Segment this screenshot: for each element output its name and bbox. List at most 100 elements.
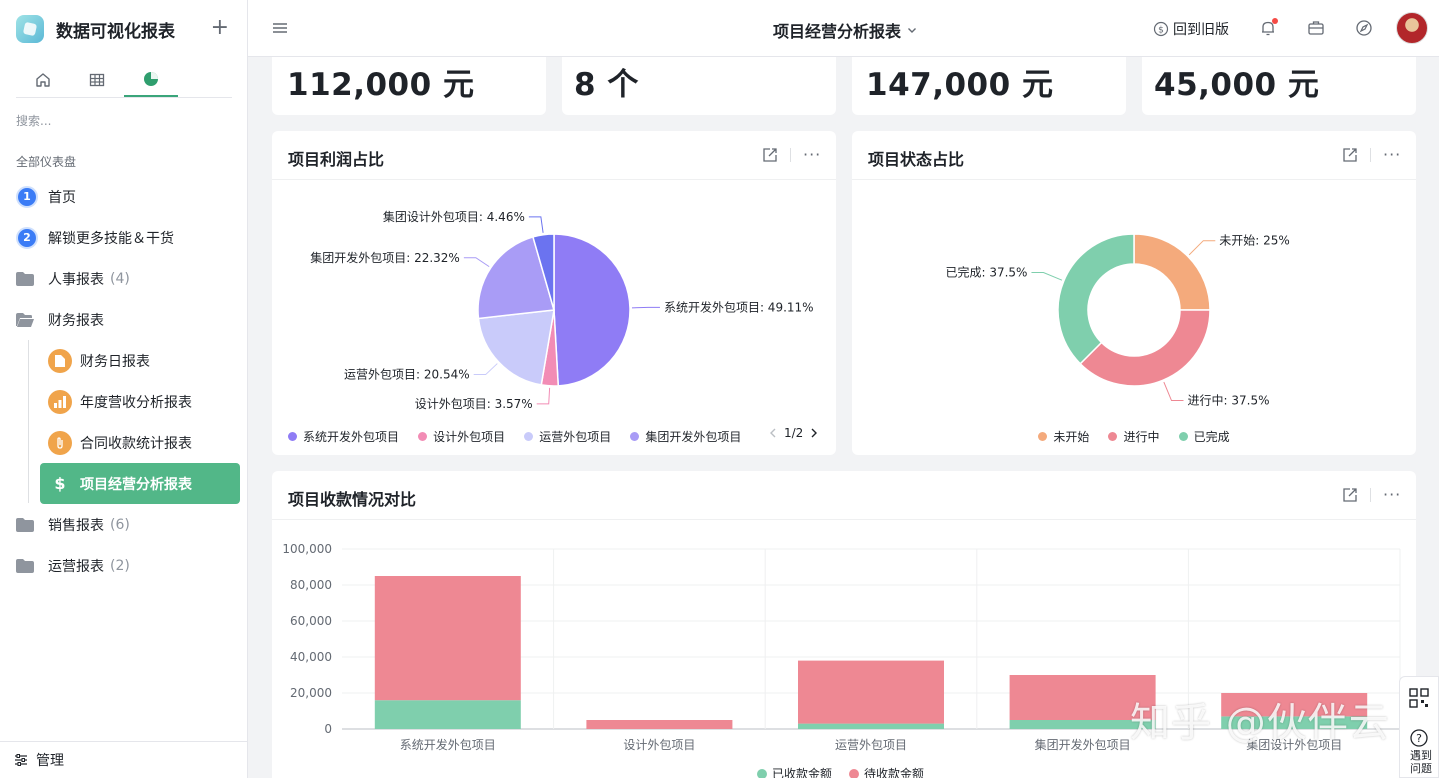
help-text[interactable]: 遇到问题 (1406, 749, 1436, 775)
y-tick-label: 100,000 (282, 542, 332, 556)
report-title: 项目经营分析报表 (773, 22, 902, 41)
status-donut-chart: 未开始: 25% 进行中: 37.5% 已完成: 37.5% (945, 233, 1290, 408)
dollar-icon: $ (54, 474, 66, 493)
nav-item-label: 销售报表 (48, 517, 104, 534)
nav-item-label: 首页 (48, 189, 76, 206)
legend-item[interactable]: 已完成 (1178, 428, 1230, 445)
y-tick-label: 0 (324, 722, 332, 736)
nav-item-home[interactable]: 1 首页 (0, 176, 248, 217)
profit-share-card: 项目利润占比 ··· 系统开发外包项目: 49.11% 设计外包项目: 3.57%… (272, 131, 836, 455)
nav-item-finance-daily[interactable]: 财务日报表 (0, 340, 248, 381)
y-tick-label: 60,000 (290, 614, 332, 628)
profit-legend: 系统开发外包项目 设计外包项目 运营外包项目 集团开发外包项目 (288, 426, 758, 444)
table-icon (89, 73, 105, 86)
explore-button[interactable] (1355, 19, 1375, 39)
folder-icon (16, 558, 34, 573)
menu-icon[interactable] (272, 21, 288, 35)
folder-open-icon (16, 312, 34, 327)
nav-item-annual-revenue[interactable]: 年度营收分析报表 (0, 381, 248, 422)
notification-bell[interactable] (1259, 18, 1279, 39)
legend-label: 已完成 (1193, 430, 1230, 444)
avatar[interactable] (1396, 12, 1428, 44)
nav-folder-sales[interactable]: 销售报表 (6) (0, 504, 248, 545)
legend-item[interactable]: 运营外包项目 (524, 428, 611, 444)
kpi-value: 45,000 元 (1154, 67, 1320, 103)
kpi-value: 112,000 元 (287, 67, 475, 103)
tool-divider (790, 148, 791, 162)
expand-icon[interactable] (1342, 147, 1358, 163)
bar-chart-icon (48, 389, 72, 414)
slice-label: 集团设计外包项目: 4.46% (383, 209, 525, 224)
nav-folder-finance[interactable]: 财务报表 (0, 299, 248, 340)
help-icon[interactable]: ? (1409, 728, 1429, 748)
sidebar-tabs (16, 62, 232, 98)
legend-item[interactable]: 设计外包项目 (418, 428, 505, 444)
nav-item-unlock-skills[interactable]: 2 解锁更多技能＆干货 (0, 217, 248, 258)
slice-label: 进行中: 37.5% (1188, 393, 1270, 408)
nav-item-label: 解锁更多技能＆干货 (48, 230, 174, 247)
nav-folder-operations[interactable]: 运营报表 (2) (0, 545, 248, 586)
legend-dot (1108, 432, 1118, 441)
workspace-button[interactable] (1307, 19, 1327, 39)
tab-table[interactable] (70, 62, 124, 97)
card-title: 项目利润占比 (288, 150, 385, 169)
manage-button[interactable]: 管理 (0, 741, 248, 778)
pie-slice (477, 309, 555, 386)
label-leader-line (1163, 381, 1184, 402)
more-icon[interactable]: ··· (1383, 487, 1401, 503)
legend-item[interactable]: 进行中 (1108, 428, 1160, 445)
folder-icon (16, 517, 34, 532)
brand[interactable]: 数据可视化报表 (16, 14, 175, 44)
nav-item-label: 人事报表 (48, 271, 104, 288)
x-tick-label: 集团开发外包项目 (1035, 737, 1131, 752)
legend-label: 待收款金额 (864, 766, 924, 778)
brand-title: 数据可视化报表 (56, 21, 175, 42)
chevron-left-icon[interactable] (768, 427, 778, 439)
y-tick-label: 40,000 (290, 650, 332, 664)
nav-item-label: 年度营收分析报表 (80, 394, 192, 411)
card-tools: ··· (762, 147, 821, 163)
sidebar-search-input[interactable]: 搜索... (16, 112, 51, 129)
label-leader-line (536, 387, 551, 405)
more-icon[interactable]: ··· (1383, 147, 1401, 163)
legend-label: 设计外包项目 (433, 430, 506, 444)
expand-icon[interactable] (1342, 487, 1358, 503)
report-title-dropdown[interactable]: 项目经营分析报表 (773, 18, 917, 42)
nav-folder-hr[interactable]: 人事报表 (4) (0, 258, 248, 299)
sidebar: 数据可视化报表 + 搜索... 全部仪表盘 1 首页 2 解锁更多技能＆干货 人… (0, 0, 248, 778)
legend-dot (524, 432, 534, 441)
notification-dot (1272, 18, 1278, 24)
label-leader-line (528, 216, 544, 233)
label-leader-line (1188, 240, 1216, 256)
tab-dashboard[interactable] (124, 62, 178, 97)
more-icon[interactable]: ··· (803, 147, 821, 163)
back-label: 回到旧版 (1173, 22, 1229, 38)
nav-item-label: 合同收款统计报表 (80, 435, 192, 452)
bar-segment (586, 720, 733, 729)
back-to-old-version-button[interactable]: $ 回到旧版 (1153, 19, 1229, 39)
nav-item-project-analysis[interactable]: $ 项目经营分析报表 (40, 463, 240, 504)
slice-label: 运营外包项目: 20.54% (344, 368, 470, 382)
chevron-right-icon[interactable] (809, 427, 819, 439)
nav-item-contract-collection[interactable]: 合同收款统计报表 (0, 422, 248, 463)
card-title: 项目收款情况对比 (288, 490, 417, 509)
bar-segment (374, 576, 521, 701)
slice-label: 集团开发外包项目: 22.32% (310, 250, 460, 265)
label-leader-line (463, 257, 490, 268)
expand-icon[interactable] (762, 147, 778, 163)
dashboard-list: 1 首页 2 解锁更多技能＆干货 人事报表 (4) 财务报表 财务日报表 年度营… (0, 176, 248, 586)
watermark-text: 知乎 @伙伴云 (1130, 700, 1390, 746)
sliders-icon (15, 754, 27, 766)
nav-item-label: 财务报表 (48, 312, 104, 329)
legend-item[interactable]: 未开始 (1038, 428, 1089, 445)
legend-item[interactable]: 集团开发外包项目 (630, 428, 741, 444)
add-icon[interactable]: + (211, 16, 229, 40)
document-icon (48, 348, 72, 373)
qr-code-icon[interactable] (1409, 688, 1429, 708)
slice-label: 未开始: 25% (1219, 234, 1290, 248)
x-tick-label: 设计外包项目 (623, 738, 695, 752)
legend-dot (757, 769, 767, 778)
tab-home[interactable] (16, 62, 70, 97)
legend-item[interactable]: 系统开发外包项目 (288, 428, 399, 444)
kpi-card-3: 147,000 元 (852, 57, 1126, 115)
